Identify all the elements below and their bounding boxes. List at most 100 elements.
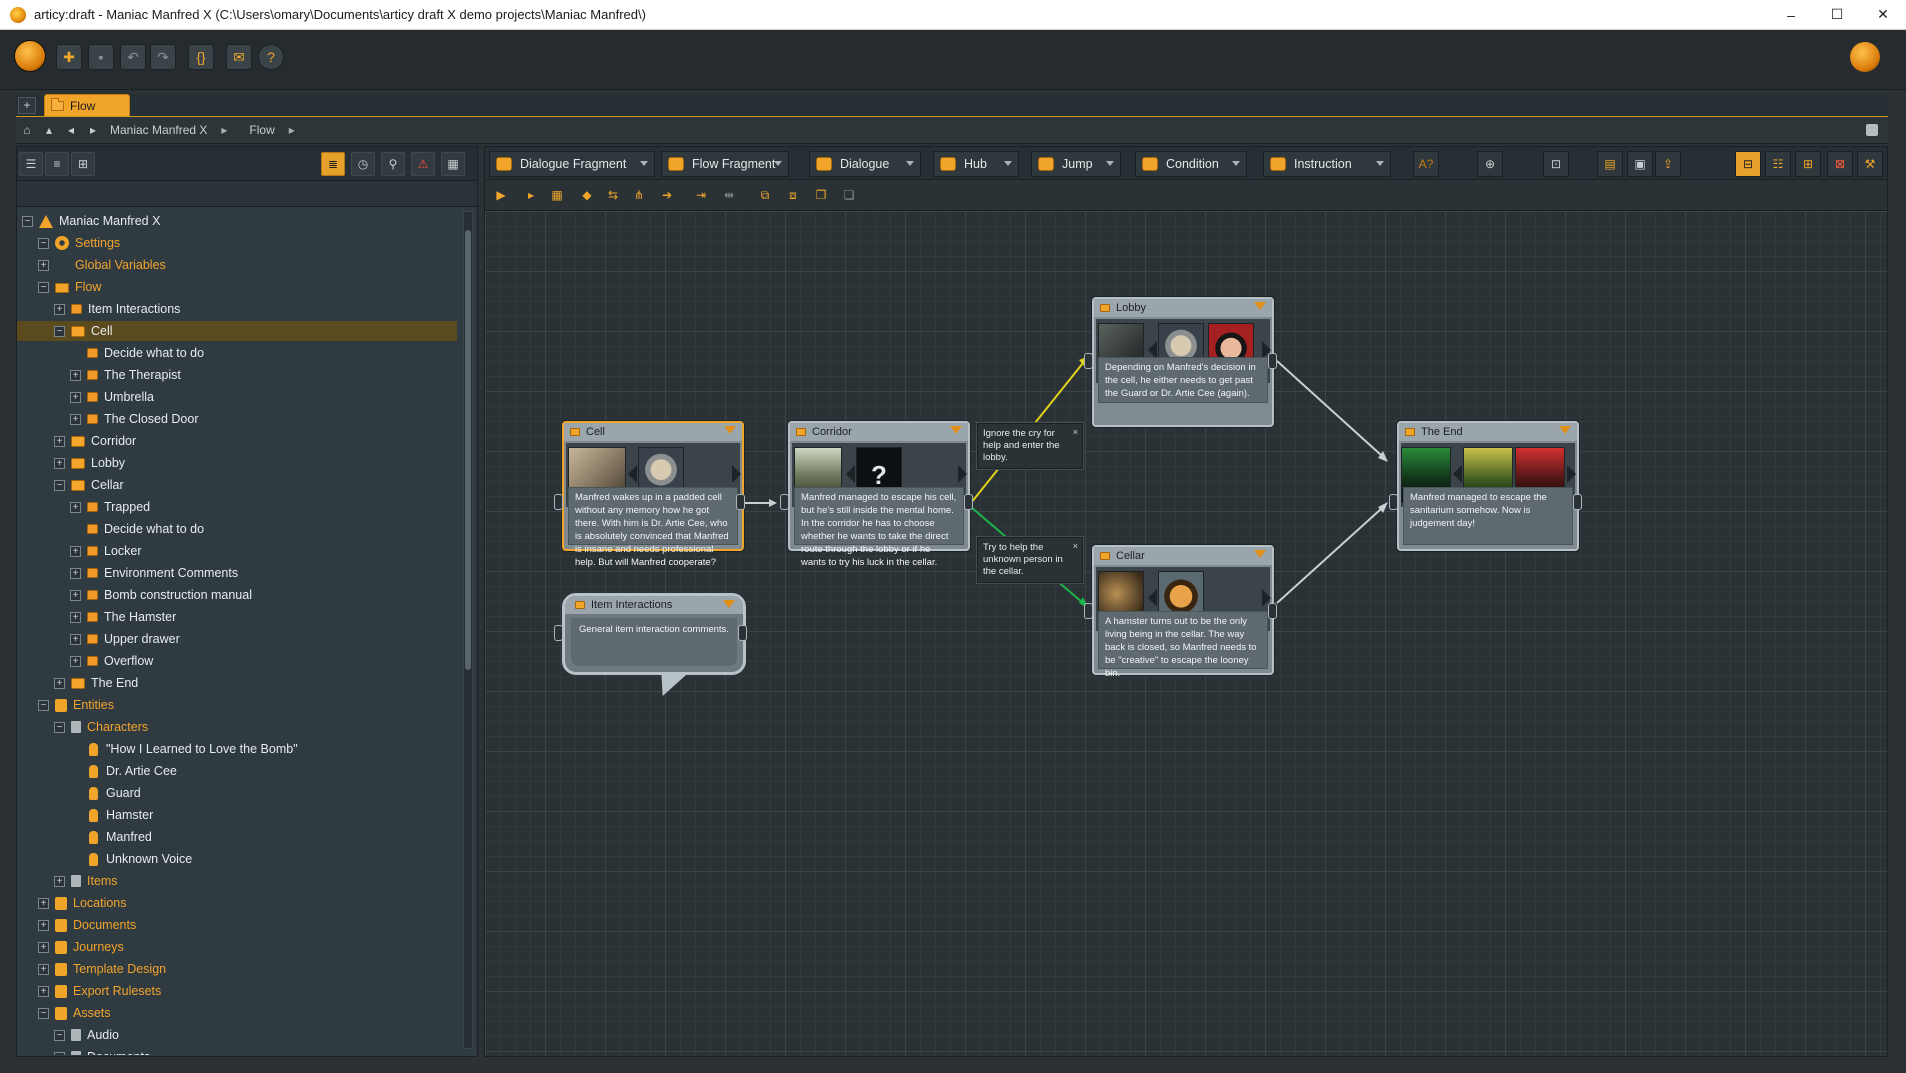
tab-flow[interactable]: Flow bbox=[44, 94, 130, 116]
expand-icon[interactable]: + bbox=[70, 589, 81, 601]
tree-item[interactable]: + Trapped bbox=[17, 497, 457, 517]
ungroup-icon[interactable]: ❏ bbox=[839, 185, 859, 205]
close-icon[interactable]: × bbox=[1073, 426, 1078, 438]
help-icon[interactable]: ? bbox=[258, 44, 284, 70]
maximize-button[interactable]: ☐ bbox=[1814, 0, 1860, 30]
close-icon[interactable]: × bbox=[1073, 540, 1078, 552]
jump-button[interactable]: Jump bbox=[1031, 151, 1121, 177]
tree-item[interactable]: + Corridor bbox=[17, 431, 457, 451]
database-icon[interactable]: ▦ bbox=[441, 152, 465, 176]
hub-button[interactable]: Hub bbox=[933, 151, 1019, 177]
connection-lobby-end[interactable] bbox=[1276, 360, 1382, 456]
expand-icon[interactable]: + bbox=[70, 611, 81, 623]
tree-item[interactable]: Unknown Voice bbox=[17, 849, 457, 869]
tree-item[interactable]: Decide what to do bbox=[17, 519, 457, 539]
tree-item[interactable]: + Locker bbox=[17, 541, 457, 561]
breadcrumb-project[interactable]: Maniac Manfred X bbox=[110, 123, 207, 137]
expand-icon[interactable]: + bbox=[38, 919, 49, 931]
user-profile-icon[interactable] bbox=[1850, 42, 1880, 72]
tree-item[interactable]: + The Therapist bbox=[17, 365, 457, 385]
tree-item[interactable]: Decide what to do bbox=[17, 343, 457, 363]
tree-item[interactable]: + Locations bbox=[17, 893, 457, 913]
tree-item[interactable]: + Documents bbox=[17, 915, 457, 935]
collapse-icon[interactable]: − bbox=[38, 699, 49, 711]
tree-item[interactable]: + Items bbox=[17, 871, 457, 891]
rss-icon[interactable] bbox=[1866, 124, 1878, 136]
up-icon[interactable]: ▴ bbox=[38, 123, 60, 137]
play-icon[interactable]: ▶ bbox=[491, 185, 511, 205]
chevron-down-icon[interactable] bbox=[1004, 161, 1012, 166]
flow-fragment-button[interactable]: Flow Fragment bbox=[661, 151, 789, 177]
tree-item[interactable]: + The End bbox=[17, 673, 457, 693]
tree-item[interactable]: + Upper drawer bbox=[17, 629, 457, 649]
expand-icon[interactable]: + bbox=[70, 655, 81, 667]
tree-item[interactable]: + Item Interactions bbox=[17, 299, 457, 319]
back-icon[interactable]: ◂ bbox=[60, 123, 82, 137]
save-icon[interactable]: ▪ bbox=[88, 44, 114, 70]
pin-label-lobby[interactable]: Ignore the cry for help and enter the lo… bbox=[977, 423, 1083, 469]
present-icon[interactable]: ▸ bbox=[521, 185, 541, 205]
chevron-down-icon[interactable] bbox=[724, 426, 736, 434]
tree-item[interactable]: Guard bbox=[17, 783, 457, 803]
chevron-down-icon[interactable] bbox=[723, 600, 735, 608]
forward-icon[interactable]: ▸ bbox=[82, 123, 104, 137]
previous-image-icon[interactable] bbox=[846, 465, 855, 483]
connect-icon[interactable]: ⇆ bbox=[603, 185, 623, 205]
hierarchy-view-icon[interactable]: ⊞ bbox=[71, 152, 95, 176]
collapse-icon[interactable]: − bbox=[54, 1051, 65, 1055]
collapse-icon[interactable]: − bbox=[54, 721, 65, 733]
zoom-icon[interactable]: ⊕ bbox=[1477, 151, 1503, 177]
home-icon[interactable]: ⌂ bbox=[16, 123, 38, 137]
output-pin[interactable] bbox=[736, 494, 745, 510]
chevron-down-icon[interactable] bbox=[1559, 426, 1571, 434]
collapse-icon[interactable]: − bbox=[54, 1029, 65, 1041]
navigator-scrollbar[interactable] bbox=[463, 211, 473, 1049]
expand-icon[interactable]: + bbox=[38, 985, 49, 997]
close-window-button[interactable]: ✕ bbox=[1860, 0, 1906, 30]
breadcrumb-flow[interactable]: Flow bbox=[249, 123, 274, 137]
branch-icon[interactable]: ⋔ bbox=[629, 185, 649, 205]
flow-canvas[interactable]: Cell Manfred wakes up in a padded cell w… bbox=[484, 210, 1888, 1057]
input-pin[interactable] bbox=[780, 494, 789, 510]
dialogue-fragment-button[interactable]: Dialogue Fragment bbox=[489, 151, 655, 177]
tree-item[interactable]: − Settings bbox=[17, 233, 457, 253]
collapse-icon[interactable]: − bbox=[22, 215, 33, 227]
chevron-down-icon[interactable] bbox=[774, 161, 782, 166]
expand-icon[interactable]: + bbox=[70, 369, 81, 381]
tree-item[interactable]: − Cell bbox=[17, 321, 457, 341]
input-pin[interactable] bbox=[1084, 353, 1093, 369]
chevron-down-icon[interactable] bbox=[950, 426, 962, 434]
previous-image-icon[interactable] bbox=[628, 465, 637, 483]
expand-icon[interactable]: + bbox=[70, 501, 81, 513]
list-view-icon[interactable]: ≡ bbox=[45, 152, 69, 176]
search-icon[interactable]: ⚲ bbox=[381, 152, 405, 176]
output-pin[interactable] bbox=[964, 494, 973, 510]
tree-item[interactable]: + Overflow bbox=[17, 651, 457, 671]
tree-item[interactable]: − Flow bbox=[17, 277, 457, 297]
chevron-down-icon[interactable] bbox=[1106, 161, 1114, 166]
flow-node-cellar[interactable]: Cellar A hamster turns out to be the onl… bbox=[1092, 545, 1274, 679]
condition-button[interactable]: Condition bbox=[1135, 151, 1247, 177]
expand-icon[interactable]: + bbox=[70, 567, 81, 579]
minimize-button[interactable]: – bbox=[1768, 0, 1814, 30]
collapse-icon[interactable]: − bbox=[38, 1007, 49, 1019]
chevron-down-icon[interactable] bbox=[906, 161, 914, 166]
tree-item[interactable]: Manfred bbox=[17, 827, 457, 847]
new-icon[interactable]: ✚ bbox=[56, 44, 82, 70]
chevron-down-icon[interactable] bbox=[640, 161, 648, 166]
arrow-right-icon[interactable]: ➔ bbox=[657, 185, 677, 205]
tools-icon[interactable]: ⚒ bbox=[1857, 151, 1883, 177]
expand-icon[interactable]: + bbox=[70, 633, 81, 645]
bring-front-icon[interactable]: ⧉ bbox=[755, 185, 775, 205]
layout-grid-icon[interactable]: ⊞ bbox=[1795, 151, 1821, 177]
redo-icon[interactable]: ↷ bbox=[150, 44, 176, 70]
tree-item[interactable]: + Global Variables bbox=[17, 255, 457, 275]
collapse-icon[interactable]: − bbox=[38, 281, 49, 293]
tree-item[interactable]: + Journeys bbox=[17, 937, 457, 957]
chevron-down-icon[interactable] bbox=[1254, 302, 1266, 310]
tree-item[interactable]: − Characters bbox=[17, 717, 457, 737]
chevron-down-icon[interactable] bbox=[1254, 550, 1266, 558]
tree-item[interactable]: + Lobby bbox=[17, 453, 457, 473]
fit-icon[interactable]: ⊡ bbox=[1543, 151, 1569, 177]
output-pin[interactable] bbox=[1268, 353, 1277, 369]
